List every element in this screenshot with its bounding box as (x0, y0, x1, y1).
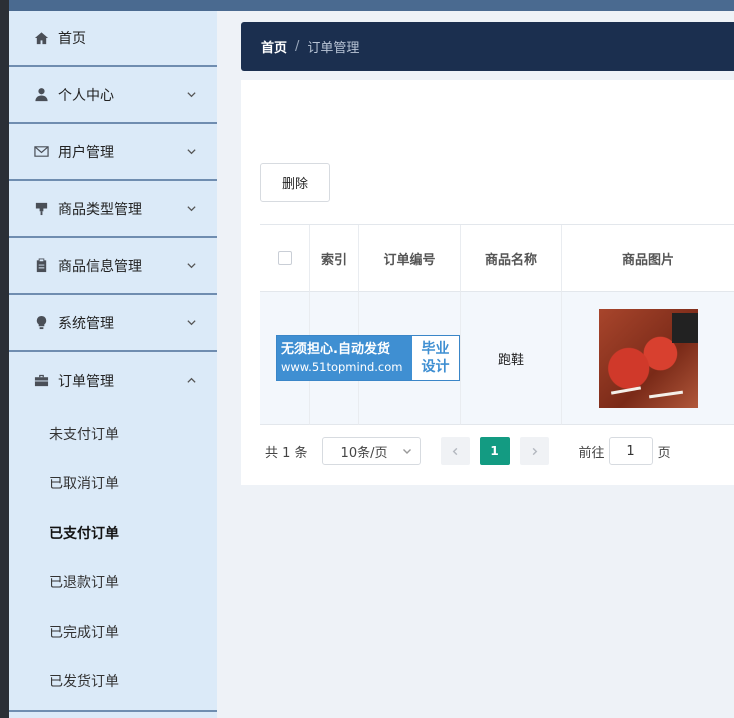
submenu-item-cancelled[interactable]: 已取消订单 (9, 459, 217, 509)
shoe-sole-shape (610, 385, 641, 395)
breadcrumb-home[interactable]: 首页 (261, 37, 287, 56)
column-header-index: 索引 (310, 225, 359, 291)
goto-prefix: 前往 (578, 445, 605, 461)
chevron-down-icon (185, 89, 197, 101)
shoe-image[interactable] (598, 308, 698, 408)
watermark-url: www.51topmind.com (281, 360, 403, 374)
briefcase-icon (33, 373, 49, 389)
sidebar-item-label: 用户管理 (58, 144, 114, 161)
goto-page-input[interactable]: 1 (608, 437, 653, 465)
watermark-tag-line1: 毕业 (421, 341, 450, 357)
sidebar-divider (9, 710, 217, 712)
chevron-down-icon (185, 146, 197, 158)
submenu-item-refunded[interactable]: 已退款订单 (9, 558, 217, 608)
submenu-item-completed[interactable]: 已完成订单 (9, 607, 217, 657)
sidebar-item-system[interactable]: 系统管理 (9, 295, 217, 352)
orders-table: 索引 订单编号 商品名称 商品图片 跑鞋 (260, 224, 734, 425)
shoe-sole-shape (648, 390, 683, 398)
page-size-select[interactable]: 10条/页 (321, 437, 421, 465)
content-panel: 删除 索引 订单编号 商品名称 商品图片 跑鞋 无须担心.自动发货 www.51… (241, 80, 734, 485)
delete-button[interactable]: 删除 (260, 163, 330, 202)
chevron-down-icon (402, 449, 411, 454)
column-header-goods-name: 商品名称 (461, 225, 562, 291)
sidebar-item-label: 系统管理 (58, 315, 114, 332)
sidebar-item-label: 首页 (58, 31, 86, 47)
select-all-checkbox[interactable] (277, 251, 292, 265)
next-page-button[interactable] (519, 437, 549, 465)
bulb-icon (33, 315, 49, 331)
user-icon (33, 87, 49, 103)
sidebar-item-personal[interactable]: 个人中心 (9, 67, 217, 124)
row-goods-name-cell: 跑鞋 (461, 291, 562, 425)
window-top-strip (0, 0, 734, 11)
chevron-down-icon (185, 317, 197, 329)
sidebar-item-label: 商品信息管理 (58, 258, 142, 275)
chevron-up-icon (185, 375, 197, 387)
clipboard-icon (33, 258, 49, 274)
column-header-order-no: 订单编号 (359, 225, 461, 291)
submenu-item-paid[interactable]: 已支付订单 (9, 508, 217, 558)
sidebar-item-label: 订单管理 (58, 373, 114, 390)
window-left-strip (0, 0, 9, 718)
chevron-down-icon (185, 260, 197, 272)
goto-suffix: 页 (657, 445, 671, 461)
sidebar-item-label: 个人中心 (58, 87, 114, 104)
select-all-cell (260, 225, 310, 291)
chevron-right-icon (532, 447, 537, 455)
watermark-banner: 无须担心.自动发货 www.51topmind.com 毕业 设计 (276, 335, 460, 381)
breadcrumb-current: 订单管理 (307, 41, 360, 56)
sidebar-item-home[interactable]: 首页 (9, 11, 217, 67)
shoe-box-shape (671, 312, 698, 343)
chevron-down-icon (185, 203, 197, 215)
page-size-value: 10条/页 (340, 445, 388, 461)
submenu-item-shipped[interactable]: 已发货订单 (9, 657, 217, 707)
pagination: 共 1 条 10条/页 1 前往 1 页 (265, 437, 725, 465)
table-header-row: 索引 订单编号 商品名称 商品图片 (260, 225, 734, 291)
chevron-left-icon (452, 447, 457, 455)
watermark-tag-line2: 设计 (421, 359, 450, 375)
stand-icon (33, 201, 49, 217)
watermark-slogan: 无须担心.自动发货 (281, 342, 390, 357)
breadcrumb-separator: / (295, 39, 300, 54)
order-submenu: 未支付订单 已取消订单 已支付订单 已退款订单 已完成订单 已发货订单 (9, 409, 217, 706)
goods-name: 跑鞋 (497, 352, 524, 368)
sidebar-item-goods-info[interactable]: 商品信息管理 (9, 238, 217, 295)
sidebar-item-users[interactable]: 用户管理 (9, 124, 217, 181)
watermark-left: 无须担心.自动发货 www.51topmind.com (277, 336, 412, 380)
pagination-total: 共 1 条 (265, 445, 308, 461)
breadcrumb: 首页 / 订单管理 (241, 22, 734, 71)
row-goods-image-cell (562, 291, 734, 425)
prev-page-button[interactable] (440, 437, 470, 465)
column-header-goods-image: 商品图片 (621, 252, 674, 268)
page-number-current[interactable]: 1 (479, 437, 510, 465)
sidebar-item-goods-type[interactable]: 商品类型管理 (9, 181, 217, 238)
mail-icon (33, 144, 49, 160)
watermark-tag: 毕业 设计 (412, 336, 459, 380)
submenu-item-unpaid[interactable]: 未支付订单 (9, 409, 217, 459)
sidebar-item-orders[interactable]: 订单管理 (9, 352, 217, 409)
sidebar-item-label: 商品类型管理 (58, 201, 142, 218)
home-icon (33, 30, 49, 46)
sidebar: 首页 个人中心 用户管理 商品类型管理 商品信息管理 系统管理 订单管理 未支付… (9, 11, 217, 718)
